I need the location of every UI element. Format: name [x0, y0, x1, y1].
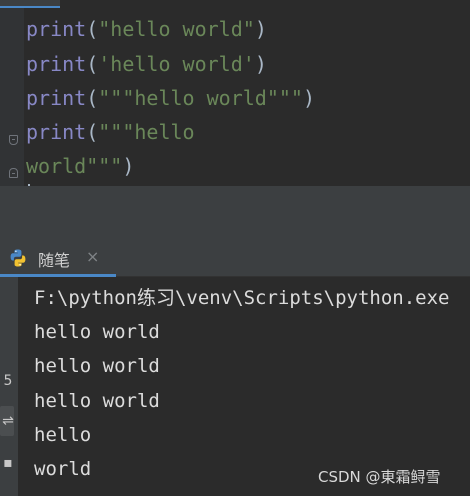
code-string: world""" — [26, 154, 123, 178]
code-function: print — [26, 52, 87, 76]
fold-end-icon[interactable] — [9, 168, 18, 178]
console-output[interactable]: F:\python练习\venv\Scripts\python.exe hell… — [18, 277, 470, 496]
code-line-2: print('hello world') — [26, 52, 267, 76]
code-paren: ) — [122, 154, 135, 178]
code-string: """hello world""" — [98, 86, 303, 110]
editor-file-tab[interactable] — [0, 0, 60, 8]
editor-gutter — [0, 8, 24, 186]
rerun-icon[interactable]: 5 — [1, 373, 15, 389]
console-command-line: F:\python练习\venv\Scripts\python.exe — [34, 287, 450, 309]
code-line-3: print("""hello world""") — [26, 86, 315, 110]
code-line-4: print("""hello — [26, 120, 195, 144]
console-line: hello world — [34, 390, 160, 412]
run-tab-label: 随笔 — [38, 251, 71, 270]
run-tab[interactable]: 随笔 × — [0, 238, 116, 277]
code-paren: ( — [86, 17, 99, 41]
console-line: hello — [34, 424, 92, 446]
code-paren: ) — [254, 17, 267, 41]
code-line-5: world""") — [26, 154, 134, 178]
watermark: CSDN @東霜鲟雪 — [318, 468, 441, 486]
code-line-1: print("hello world") — [26, 17, 267, 41]
panel-splitter[interactable] — [0, 186, 470, 238]
fold-start-icon[interactable] — [9, 135, 18, 145]
console-line: world — [34, 458, 92, 480]
python-icon — [10, 249, 26, 267]
soft-wrap-icon[interactable]: ⇌ — [1, 413, 15, 429]
code-paren: ( — [86, 52, 99, 76]
code-function: print — [26, 17, 87, 41]
close-icon[interactable]: × — [86, 247, 99, 266]
code-function: print — [26, 86, 87, 110]
console-line: hello world — [34, 355, 160, 377]
stop-icon[interactable]: ▪ — [1, 455, 15, 471]
code-string: 'hello world' — [98, 52, 255, 76]
code-editor[interactable]: print("hello world") print('hello world'… — [0, 0, 470, 196]
code-paren: ( — [86, 86, 99, 110]
code-paren: ) — [302, 86, 316, 110]
code-string: """hello — [98, 120, 195, 144]
run-tool-window-header: 随笔 × — [0, 238, 470, 277]
run-side-toolbar: 5 ⇌ ▪ — [0, 277, 18, 496]
console-line: hello world — [34, 321, 160, 343]
code-paren: ) — [254, 52, 267, 76]
code-paren: ( — [86, 120, 99, 144]
code-string: "hello world" — [98, 17, 255, 41]
code-function: print — [26, 120, 87, 144]
